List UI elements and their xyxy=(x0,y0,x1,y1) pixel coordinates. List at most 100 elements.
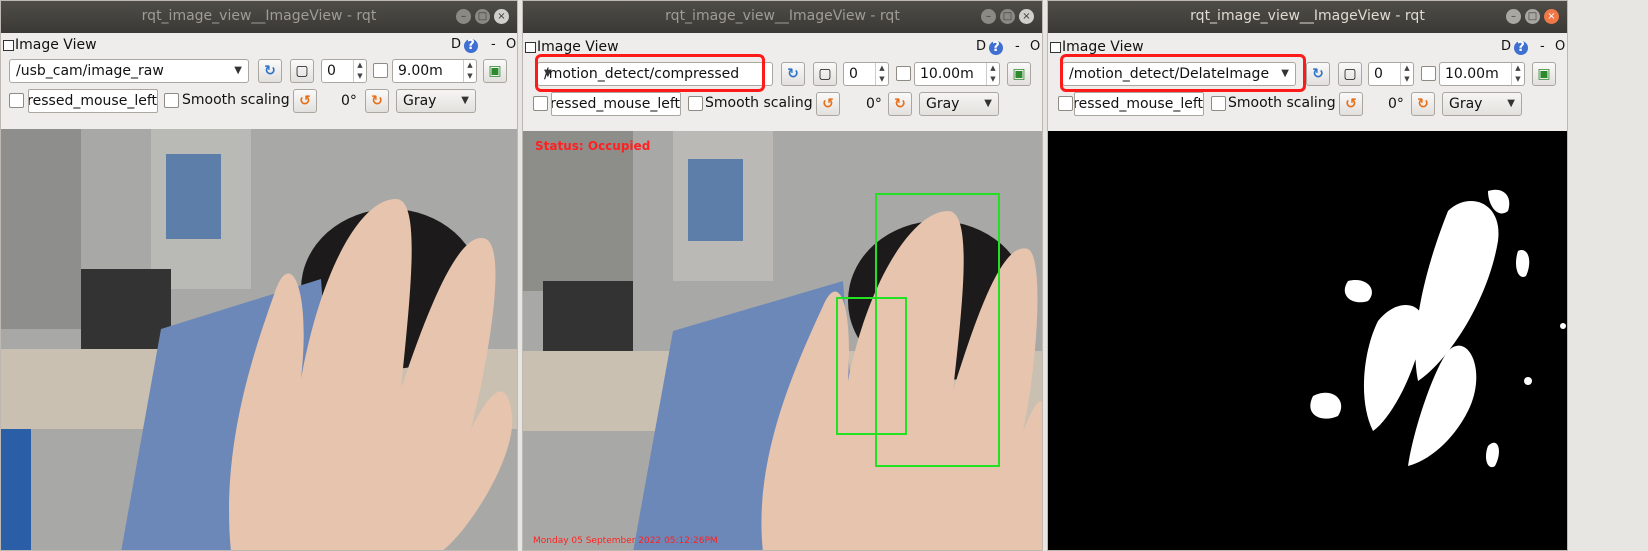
red-highlight-box xyxy=(535,54,765,92)
color-scheme-value: Gray xyxy=(403,93,437,109)
red-highlight-box xyxy=(1060,54,1306,92)
refresh-button[interactable]: ↻ xyxy=(781,62,805,86)
mask-blob xyxy=(1310,392,1342,419)
time-spinbox[interactable]: 9.00m ▲ ▼ xyxy=(392,59,477,83)
spin-arrows-icon[interactable]: ▲ ▼ xyxy=(1400,63,1413,85)
mouse-publish-checkbox[interactable] xyxy=(533,96,548,111)
rotate-right-button[interactable]: ↻ xyxy=(1411,92,1435,116)
dock-minimize-button[interactable]: - xyxy=(1540,39,1545,54)
window-3: rqt_image_view__ImageView - rqt – □ × Im… xyxy=(1047,0,1568,551)
topic-value: /usb_cam/image_raw xyxy=(16,63,164,79)
color-scheme-value: Gray xyxy=(1449,96,1483,112)
zoom-fit-button[interactable]: ▢ xyxy=(1338,62,1362,86)
refresh-icon: ↻ xyxy=(264,63,276,79)
rotate-left-button[interactable]: ↺ xyxy=(293,89,317,113)
number-spinbox[interactable]: 0 ▲ ▼ xyxy=(321,59,367,83)
title-bar[interactable]: rqt_image_view__ImageView - rqt – □ × xyxy=(1,1,517,33)
rotate-left-button[interactable]: ↺ xyxy=(1339,92,1363,116)
maximize-button[interactable]: □ xyxy=(475,9,490,24)
dock-minimize-button[interactable]: - xyxy=(491,37,496,52)
rotate-left-icon: ↺ xyxy=(299,93,311,109)
smooth-scaling-label: Smooth scaling xyxy=(1228,95,1336,111)
topic-combobox[interactable]: /usb_cam/image_raw ▼ xyxy=(9,59,249,83)
mouse-topic-field[interactable]: pressed_mouse_left xyxy=(551,92,681,116)
dock-minimize-button[interactable]: - xyxy=(1015,39,1020,54)
spin-value: 0 xyxy=(849,66,858,82)
close-button[interactable]: × xyxy=(1544,9,1559,24)
rotate-right-button[interactable]: ↻ xyxy=(888,92,912,116)
time-spinbox[interactable]: 10.00m ▲ ▼ xyxy=(914,62,1000,86)
smooth-scaling-checkbox[interactable] xyxy=(688,96,703,111)
dock-d-button[interactable]: D xyxy=(1501,39,1511,54)
enable-checkbox[interactable] xyxy=(373,63,388,78)
spin-arrows-icon[interactable]: ▲ ▼ xyxy=(1511,63,1524,85)
window-2: rqt_image_view__ImageView - rqt – □ × Im… xyxy=(522,0,1043,551)
zoom-fit-button[interactable]: ▢ xyxy=(290,59,314,83)
spin-arrows-icon[interactable]: ▲ ▼ xyxy=(875,63,888,85)
maximize-button[interactable]: □ xyxy=(1000,9,1015,24)
dock-icon xyxy=(3,40,14,51)
monitor xyxy=(543,281,633,361)
refresh-icon: ↻ xyxy=(1312,66,1324,82)
refresh-button[interactable]: ↻ xyxy=(258,59,282,83)
dock-d-button[interactable]: D xyxy=(451,37,461,52)
smooth-scaling-label: Smooth scaling xyxy=(705,95,813,111)
image-display[interactable] xyxy=(1,129,517,550)
chevron-down-icon: ▼ xyxy=(461,95,469,106)
color-scheme-combobox[interactable]: Gray ▼ xyxy=(919,92,999,116)
time-spinbox[interactable]: 10.00m ▲ ▼ xyxy=(1439,62,1525,86)
color-scheme-value: Gray xyxy=(926,96,960,112)
time-value: 10.00m xyxy=(920,66,974,82)
help-icon[interactable]: ? xyxy=(1514,41,1528,55)
title-bar[interactable]: rqt_image_view__ImageView - rqt – □ × xyxy=(1048,1,1567,33)
poster xyxy=(166,154,221,239)
mouse-publish-checkbox[interactable] xyxy=(1058,96,1073,111)
close-button[interactable]: × xyxy=(1019,9,1034,24)
enable-checkbox[interactable] xyxy=(896,66,911,81)
dock-d-button[interactable]: D xyxy=(976,39,986,54)
chevron-down-icon: ▼ xyxy=(234,65,242,76)
minimize-button[interactable]: – xyxy=(1506,9,1521,24)
minimize-button[interactable]: – xyxy=(981,9,996,24)
number-spinbox[interactable]: 0 ▲ ▼ xyxy=(1368,62,1414,86)
rotate-right-icon: ↻ xyxy=(894,96,906,112)
spin-arrows-icon[interactable]: ▲ ▼ xyxy=(353,60,366,82)
close-button[interactable]: × xyxy=(494,9,509,24)
title-bar[interactable]: rqt_image_view__ImageView - rqt – □ × xyxy=(523,1,1042,33)
smooth-scaling-checkbox[interactable] xyxy=(164,93,179,108)
save-image-icon: ▣ xyxy=(1012,66,1026,82)
mouse-topic-field[interactable]: pressed_mouse_left xyxy=(1074,92,1204,116)
save-image-button[interactable]: ▣ xyxy=(483,59,507,83)
dock-float-button[interactable]: O xyxy=(1555,39,1565,54)
enable-checkbox[interactable] xyxy=(1421,66,1436,81)
rotate-left-icon: ↺ xyxy=(822,96,834,112)
color-scheme-combobox[interactable]: Gray ▼ xyxy=(396,89,476,113)
window-1: rqt_image_view__ImageView - rqt – □ × Im… xyxy=(0,0,518,551)
rotate-right-button[interactable]: ↻ xyxy=(365,89,389,113)
image-display[interactable]: Status: Occupied Monday 05 September 202… xyxy=(523,131,1042,550)
number-spinbox[interactable]: 0 ▲ ▼ xyxy=(843,62,889,86)
dock-title: Image View xyxy=(15,37,97,53)
mask-blob xyxy=(1524,377,1532,385)
smooth-scaling-checkbox[interactable] xyxy=(1211,96,1226,111)
zoom-fit-button[interactable]: ▢ xyxy=(813,62,837,86)
refresh-button[interactable]: ↻ xyxy=(1306,62,1330,86)
spin-arrows-icon[interactable]: ▲ ▼ xyxy=(986,63,999,85)
save-image-button[interactable]: ▣ xyxy=(1007,62,1031,86)
color-scheme-combobox[interactable]: Gray ▼ xyxy=(1442,92,1522,116)
maximize-button[interactable]: □ xyxy=(1525,9,1540,24)
save-image-button[interactable]: ▣ xyxy=(1532,62,1556,86)
dock-icon xyxy=(1050,42,1061,53)
spin-arrows-icon[interactable]: ▲ ▼ xyxy=(463,60,476,82)
dock-float-button[interactable]: O xyxy=(1030,39,1040,54)
dock-title: Image View xyxy=(537,39,619,55)
time-value: 10.00m xyxy=(1445,66,1499,82)
mouse-publish-checkbox[interactable] xyxy=(9,93,24,108)
mouse-topic-field[interactable]: pressed_mouse_left xyxy=(28,89,158,113)
help-icon[interactable]: ? xyxy=(989,41,1003,55)
rotate-left-button[interactable]: ↺ xyxy=(816,92,840,116)
help-icon[interactable]: ? xyxy=(464,39,478,53)
dock-float-button[interactable]: O xyxy=(506,37,516,52)
image-display[interactable] xyxy=(1048,131,1567,550)
minimize-button[interactable]: – xyxy=(456,9,471,24)
